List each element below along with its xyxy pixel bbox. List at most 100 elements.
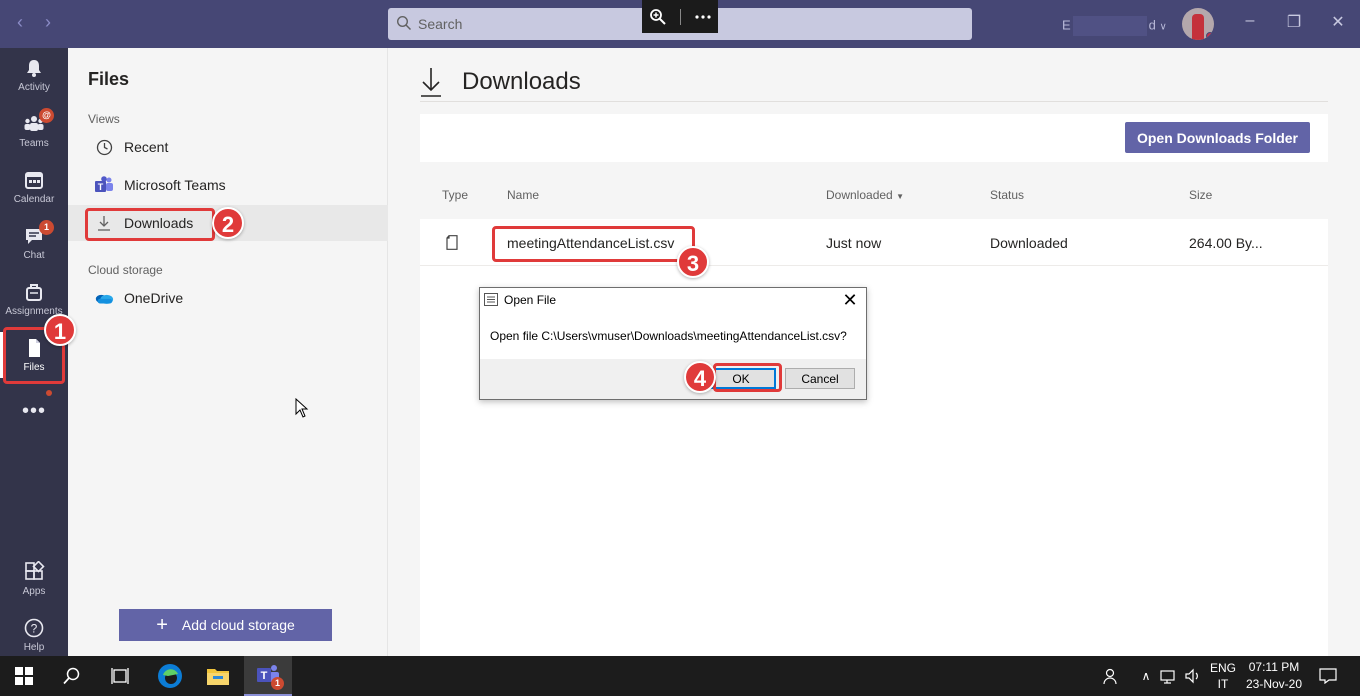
zoom-in-icon[interactable] bbox=[649, 8, 667, 26]
plus-icon: + bbox=[156, 614, 168, 636]
chevron-up-icon[interactable]: ∧ bbox=[1136, 656, 1156, 696]
app-calendar[interactable]: Calendar bbox=[0, 160, 68, 214]
back-arrow-icon[interactable]: ‹ bbox=[10, 12, 30, 33]
profile-name-start: E bbox=[1062, 17, 1071, 33]
nav-item-onedrive[interactable]: OneDrive bbox=[68, 280, 388, 316]
profile-name-end: d bbox=[1148, 17, 1156, 33]
network-icon[interactable] bbox=[1158, 656, 1180, 696]
column-header-status[interactable]: Status bbox=[990, 188, 1024, 202]
more-options-icon[interactable] bbox=[694, 14, 712, 20]
cloud-storage-section-label: Cloud storage bbox=[88, 263, 163, 277]
table-header: Type Name Downloaded ▼ Status Size bbox=[420, 162, 1328, 219]
bell-icon bbox=[27, 60, 41, 77]
apps-icon bbox=[25, 561, 45, 580]
clock-time: 07:11 PM bbox=[1248, 660, 1300, 674]
page-header: Downloads bbox=[420, 62, 581, 102]
open-file-dialog: Open File ✕ Open file C:\Users\vmuser\Do… bbox=[479, 287, 867, 400]
app-chat[interactable]: 1 Chat bbox=[0, 216, 68, 270]
add-cloud-storage-label: Add cloud storage bbox=[181, 617, 295, 633]
close-window-icon[interactable]: ✕ bbox=[1326, 12, 1350, 32]
app-label: Chat bbox=[23, 250, 45, 261]
column-header-type[interactable]: Type bbox=[442, 188, 468, 202]
assignments-icon bbox=[26, 284, 42, 301]
nav-item-microsoft-teams[interactable]: T Microsoft Teams bbox=[68, 167, 388, 203]
nav-item-recent[interactable]: Recent bbox=[68, 129, 388, 165]
restore-icon[interactable]: ❐ bbox=[1282, 12, 1306, 32]
app-label: Activity bbox=[18, 82, 50, 93]
taskbar-teams[interactable]: T 1 bbox=[244, 656, 292, 696]
app-activity[interactable]: Activity bbox=[0, 48, 68, 102]
file-size: 264.00 By... bbox=[1189, 235, 1263, 251]
cancel-button[interactable]: Cancel bbox=[785, 368, 855, 389]
dialog-title-bar: Open File ✕ bbox=[480, 288, 866, 312]
chevron-down-icon: ∨ bbox=[1159, 21, 1167, 33]
open-downloads-folder-button[interactable]: Open Downloads Folder bbox=[1125, 122, 1310, 153]
close-icon[interactable]: ✕ bbox=[840, 290, 860, 311]
profile-name-redacted bbox=[1072, 16, 1147, 36]
notifications-icon[interactable] bbox=[1314, 656, 1342, 696]
search-icon bbox=[396, 15, 412, 31]
mention-badge: @ bbox=[39, 108, 54, 123]
profile-name[interactable]: Ed ∨ bbox=[1062, 16, 1167, 36]
step-badge-4: 4 bbox=[684, 361, 716, 393]
task-view-button[interactable] bbox=[96, 656, 144, 696]
column-header-downloaded[interactable]: Downloaded ▼ bbox=[826, 188, 904, 202]
download-large-icon bbox=[421, 68, 441, 97]
dialog-message: Open file C:\Users\vmuser\Downloads\meet… bbox=[490, 329, 847, 343]
start-button[interactable] bbox=[0, 656, 48, 696]
calendar-icon bbox=[25, 172, 43, 189]
avatar-figure bbox=[1192, 14, 1204, 40]
edge-browser-icon bbox=[158, 664, 182, 688]
nav-item-label: Microsoft Teams bbox=[124, 177, 226, 193]
teams-logo-icon: T bbox=[94, 175, 114, 195]
folder-icon bbox=[207, 669, 229, 685]
volume-icon[interactable] bbox=[1182, 656, 1204, 696]
file-status: Downloaded bbox=[990, 235, 1068, 251]
page-title: Downloads bbox=[462, 68, 581, 95]
files-left-pane: Files Views Recent T Microsoft Teams Dow… bbox=[68, 48, 388, 656]
taskbar-file-explorer[interactable] bbox=[194, 656, 242, 696]
app-teams[interactable]: @ Teams bbox=[0, 104, 68, 158]
app-apps[interactable]: Apps bbox=[0, 552, 68, 606]
clock-icon bbox=[94, 137, 114, 157]
toolbar-separator bbox=[679, 8, 681, 25]
search-input[interactable] bbox=[418, 8, 658, 40]
onedrive-icon bbox=[94, 288, 114, 308]
mouse-cursor-icon bbox=[295, 398, 309, 418]
app-label: Help bbox=[23, 642, 45, 653]
language-code: ENG bbox=[1209, 661, 1236, 675]
app-help[interactable]: ? Help bbox=[0, 608, 68, 662]
avatar[interactable] bbox=[1182, 8, 1214, 40]
column-header-name[interactable]: Name bbox=[507, 188, 539, 202]
nav-item-label: Recent bbox=[124, 139, 169, 155]
step-badge-2: 2 bbox=[212, 207, 244, 239]
downloads-toolbar: Open Downloads Folder bbox=[420, 114, 1328, 162]
ellipsis-icon: ••• bbox=[21, 399, 46, 422]
more-apps[interactable]: ••• bbox=[0, 384, 68, 438]
views-section-label: Views bbox=[88, 112, 120, 126]
taskbar-search-button[interactable] bbox=[48, 656, 96, 696]
file-type-icon bbox=[446, 235, 458, 253]
file-downloaded-time: Just now bbox=[826, 235, 882, 251]
column-header-label: Downloaded bbox=[826, 188, 893, 202]
teams-taskbar-badge: 1 bbox=[271, 677, 284, 690]
language-indicator[interactable]: ENG IT bbox=[1206, 656, 1240, 696]
add-cloud-storage-button[interactable]: + Add cloud storage bbox=[119, 609, 332, 641]
column-header-size[interactable]: Size bbox=[1189, 188, 1212, 202]
help-icon: ? bbox=[24, 618, 44, 638]
nav-item-label: OneDrive bbox=[124, 290, 184, 306]
task-view-icon bbox=[111, 668, 129, 684]
chat-badge: 1 bbox=[39, 220, 54, 235]
app-label: Calendar bbox=[13, 194, 55, 205]
forward-arrow-icon[interactable]: › bbox=[38, 12, 58, 33]
highlight-ok bbox=[713, 363, 782, 392]
taskbar-clock[interactable]: 07:11 PM 23-Nov-20 bbox=[1238, 659, 1310, 693]
windows-logo-icon bbox=[15, 667, 33, 685]
taskbar-edge[interactable] bbox=[146, 656, 194, 696]
highlight-file-name bbox=[492, 226, 695, 262]
app-label: Teams bbox=[19, 138, 49, 149]
minimize-icon[interactable]: – bbox=[1238, 12, 1262, 30]
notification-dot-icon bbox=[46, 390, 52, 396]
people-icon[interactable] bbox=[1096, 656, 1124, 696]
step-badge-3: 3 bbox=[677, 246, 709, 278]
